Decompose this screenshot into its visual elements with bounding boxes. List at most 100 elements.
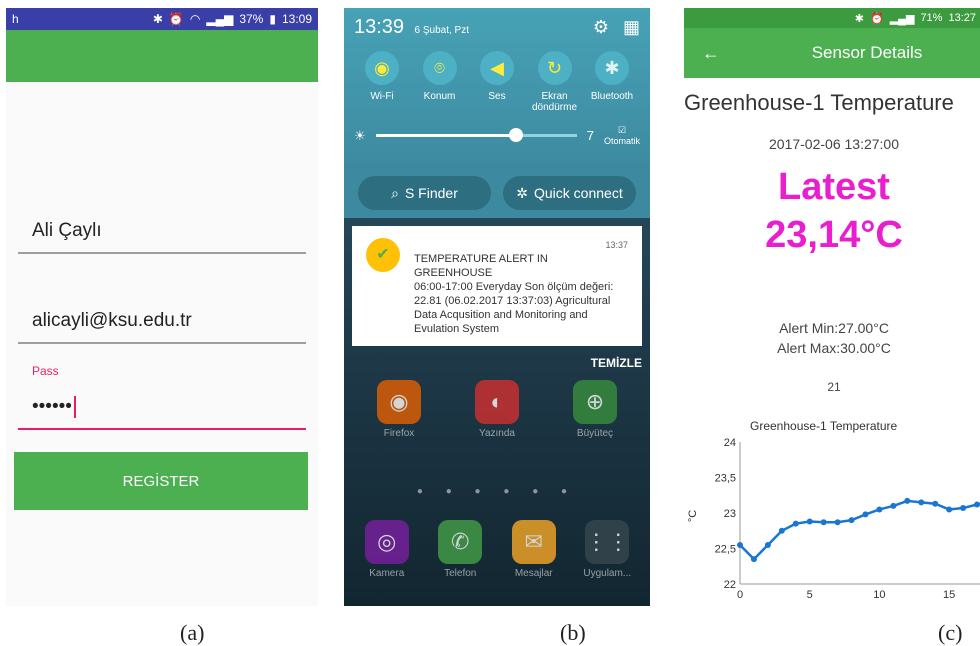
page-indicator: ● ● ● ● ● ● (416, 486, 578, 497)
quick-settings-area: 13:39 6 Şubat, Pzt ⚙ ▦ ◉ Wi-Fi ⌾ Konum ◀… (344, 8, 650, 168)
wifi-icon: ◠ (189, 12, 201, 26)
wifi-icon: ◉ (365, 51, 399, 85)
vodafone-icon: ◐ (475, 380, 519, 424)
qs-wifi-label: Wi-Fi (370, 91, 394, 102)
battery-percent: 37% (239, 12, 264, 26)
y-tick-label: 22 (724, 579, 736, 591)
bluetooth-icon: ✱ (595, 51, 629, 85)
name-value: Ali Çaylı (32, 220, 102, 241)
auto-brightness[interactable]: ☑ Otomatik (604, 125, 640, 146)
quick-connect-label: Quick connect (534, 185, 623, 201)
y-axis-label: °C (687, 510, 699, 522)
screen-title: Sensor Details (811, 43, 923, 62)
password-underline (18, 428, 306, 431)
y-tick-label: 23,5 (715, 473, 736, 485)
data-point (932, 500, 939, 507)
app-bar (6, 30, 318, 82)
notification-time: 13:37 (605, 240, 628, 250)
data-point (918, 499, 925, 506)
name-field[interactable]: Ali Çaylı (18, 220, 306, 254)
y-tick-label: 24 (724, 437, 736, 449)
email-field[interactable]: alicayli@ksu.edu.tr (18, 310, 306, 344)
status-left-text: h (12, 12, 19, 26)
register-button[interactable]: REGİSTER (14, 452, 308, 510)
checkbox-icon: ☑ (617, 125, 627, 135)
camera-icon: ◎ (364, 520, 409, 564)
caption-a: (a) (180, 620, 205, 645)
latest-temperature: 23,14°C (765, 214, 903, 256)
reading-count: 21 (827, 380, 841, 394)
rotate-icon: ↻ (537, 51, 572, 85)
bluetooth-icon: ✱ (152, 12, 163, 26)
app-messages-label: Mesajlar (514, 568, 553, 579)
data-point (806, 518, 813, 525)
caption-b: (b) (560, 620, 586, 645)
battery-icon: ▮ (269, 12, 276, 26)
reading-timestamp: 2017-02-06 13:27:00 (769, 136, 899, 152)
back-arrow-icon[interactable]: ← (702, 43, 720, 64)
app-camera-label: Kamera (369, 568, 405, 579)
app-magnifier[interactable]: ⊕ Büyüteç (565, 380, 625, 439)
qs-location[interactable]: ⌾ Konum (412, 51, 468, 113)
app-firefox-label: Firefox (383, 428, 415, 439)
signal-icon: ▂▄▆ (206, 12, 234, 26)
data-point (737, 541, 743, 548)
qs-sound-label: Ses (488, 91, 506, 102)
data-point (848, 517, 855, 524)
password-field[interactable]: •••••• (18, 396, 306, 431)
data-point (946, 506, 953, 513)
qs-rotate[interactable]: ↻ Ekran döndürme (527, 51, 583, 113)
text-cursor (73, 396, 76, 418)
volume-icon: ◀ (480, 51, 514, 85)
grid-edit-icon[interactable]: ▦ (623, 17, 640, 38)
temperature-chart: Greenhouse-1 Temperature °C 22 22,5 23 23,5 24… (687, 419, 980, 601)
email-underline (18, 342, 306, 344)
app-phone-label: Telefon (444, 568, 477, 579)
alert-max: Alert Max:30.00°C (777, 340, 891, 356)
app-messages[interactable]: ✉ Mesajlar (504, 520, 564, 579)
quick-settings-row: ◉ Wi-Fi ⌾ Konum ◀ Ses ↻ Ekran döndürme ✱… (354, 51, 640, 113)
app-firefox[interactable]: ◉ Firefox (369, 380, 429, 439)
s-finder-button[interactable]: ⌕ S Finder (358, 176, 491, 210)
alert-notification[interactable]: ✔ 13:37 TEMPERATURE ALERT IN GREENHOUSE … (352, 226, 642, 346)
clear-button[interactable]: TEMİZLE (344, 346, 650, 370)
s-finder-label: S Finder (404, 185, 458, 201)
qs-bluetooth[interactable]: ✱ Bluetooth (584, 51, 640, 113)
finder-row: ⌕ S Finder ✲ Quick connect (344, 168, 650, 218)
app-camera[interactable]: ◎ Kamera (357, 520, 417, 579)
app-bar: ← Sensor Details (684, 28, 980, 78)
register-screen: h ✱ ⏰ ◠ ▂▄▆ 37% ▮ 13:09 Ali Çaylı alicay… (6, 8, 318, 606)
data-point (834, 519, 841, 526)
brightness-slider[interactable] (375, 128, 577, 142)
location-icon: ⌾ (422, 51, 457, 85)
brightness-value: 7 (586, 128, 594, 143)
qs-rotate-label: Ekran döndürme (531, 91, 578, 113)
qs-wifi[interactable]: ◉ Wi-Fi (354, 51, 410, 113)
search-icon: ⌕ (391, 184, 399, 201)
magnifier-icon: ⊕ (573, 380, 617, 424)
data-point (974, 501, 980, 508)
alert-thresholds: Alert Min:27.00°C Alert Max:30.00°C (684, 318, 980, 358)
alarm-icon: ⏰ (168, 12, 184, 26)
status-bar: h ✱ ⏰ ◠ ▂▄▆ 37% ▮ 13:09 (6, 8, 318, 30)
app-drawer[interactable]: ⋮⋮ Uygulam... (577, 520, 637, 579)
latest-label: Latest (778, 166, 890, 208)
clock-time: 13:39 (354, 16, 405, 38)
data-point (764, 541, 771, 548)
data-point (862, 511, 869, 518)
qs-sound[interactable]: ◀ Ses (469, 51, 525, 113)
app-phone[interactable]: ✆ Telefon (430, 520, 490, 579)
y-tick-label: 23 (724, 508, 736, 520)
data-point (960, 505, 967, 512)
alarm-icon: ⏰ (870, 12, 884, 25)
quick-connect-button[interactable]: ✲ Quick connect (503, 176, 636, 210)
data-point (890, 502, 897, 509)
brightness-knob[interactable] (509, 128, 524, 142)
app-yazinda[interactable]: ◐ Yazında (467, 380, 527, 439)
alert-min: Alert Min:27.00°C (779, 320, 889, 336)
data-point (778, 527, 785, 534)
settings-gear-icon[interactable]: ⚙ (593, 17, 609, 38)
quick-connect-icon: ✲ (516, 184, 528, 201)
data-point (820, 519, 827, 526)
sensor-heading: Greenhouse-1 Temperature (684, 90, 954, 115)
